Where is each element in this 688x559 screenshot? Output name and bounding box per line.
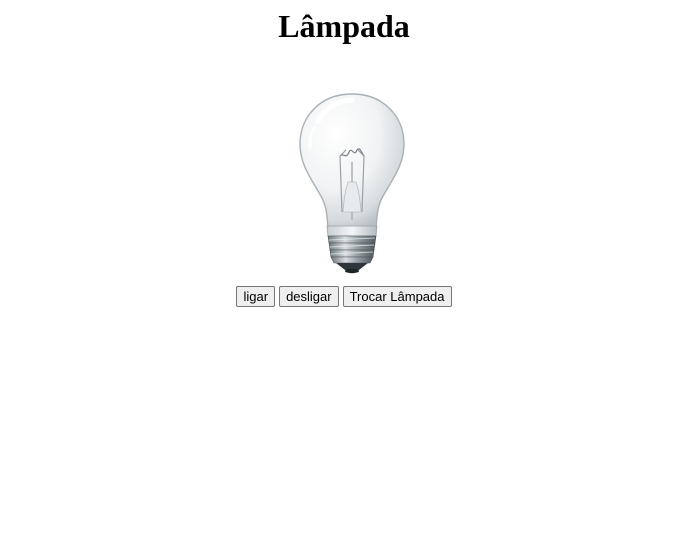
swap-lamp-button[interactable]: Trocar Lâmpada (342, 286, 452, 307)
page-title: Lâmpada (278, 8, 410, 44)
lightbulb-image (296, 92, 408, 274)
turn-on-button[interactable]: ligar (236, 286, 276, 307)
turn-off-button[interactable]: desligar (279, 286, 339, 307)
page: Lâmpada ligar desligar Trocar Lâmpada (0, 0, 688, 559)
lamp-controls: ligar desligar Trocar Lâmpada (0, 286, 688, 307)
lightbulb-icon (299, 93, 405, 274)
